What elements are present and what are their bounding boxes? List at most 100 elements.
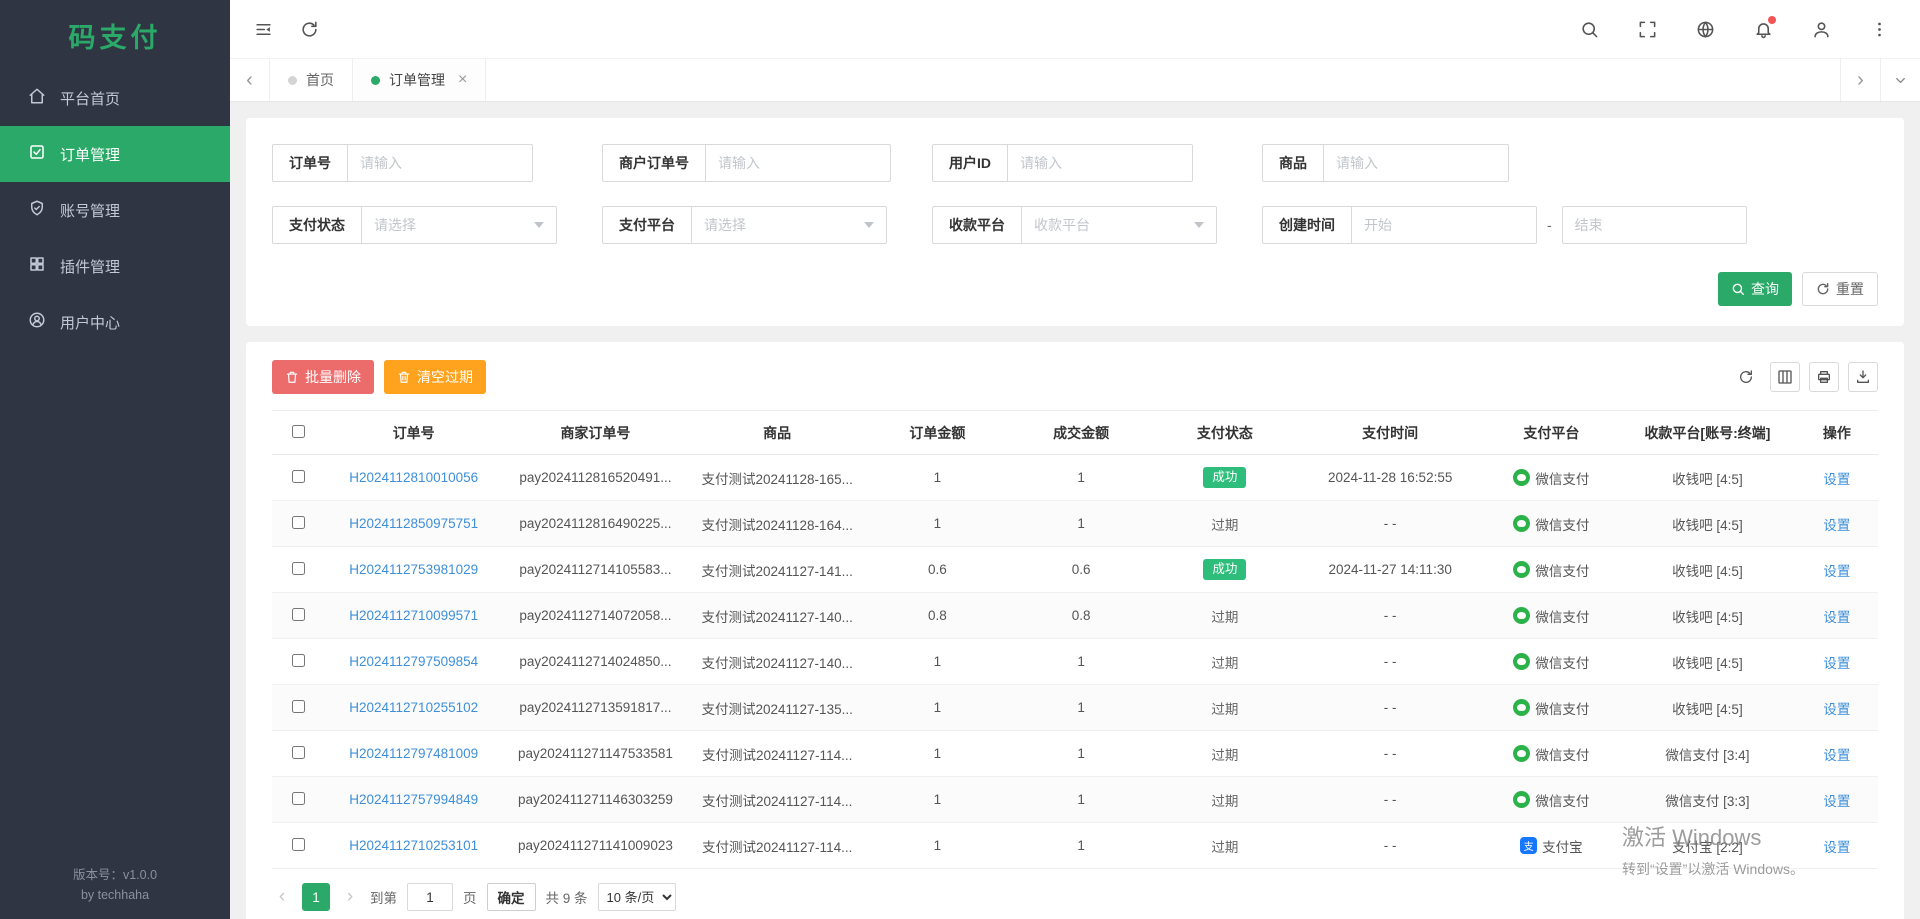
sidebar-item-user-center[interactable]: 用户中心 [0, 294, 230, 350]
cell-order-no[interactable]: H2024112710253101 [349, 838, 478, 853]
search-button[interactable]: 查询 [1718, 272, 1792, 306]
sidebar-item-order-management[interactable]: 订单管理 [0, 126, 230, 182]
cell-pay-time: - - [1297, 639, 1484, 685]
sidebar-item-label: 订单管理 [60, 144, 120, 165]
clear-expired-button[interactable]: 清空过期 [384, 360, 486, 394]
platform-icon [1513, 791, 1530, 808]
select-placeholder: 请选择 [374, 215, 416, 235]
batch-delete-button[interactable]: 批量删除 [272, 360, 374, 394]
refresh-page-icon[interactable] [294, 14, 324, 44]
pay-platform-select[interactable]: 请选择 [692, 206, 887, 244]
filter-label: 订单号 [272, 144, 348, 182]
prev-page-button[interactable]: ‹ [272, 886, 292, 908]
platform-icon [1513, 469, 1530, 486]
header-pay-status: 支付状态 [1153, 411, 1297, 455]
cell-order-amount: 0.6 [865, 547, 1009, 593]
confirm-page-button[interactable]: 确定 [487, 883, 536, 911]
sidebar-item-plugin-management[interactable]: 插件管理 [0, 238, 230, 294]
user-id-input[interactable] [1008, 144, 1193, 182]
start-date-input[interactable] [1352, 206, 1537, 244]
cell-paid-amount: 0.6 [1009, 547, 1153, 593]
notification-bell-icon[interactable] [1748, 14, 1778, 44]
tab-order-management[interactable]: 订单管理 × [353, 59, 486, 101]
reset-button[interactable]: 重置 [1802, 272, 1878, 306]
sidebar-item-platform-home[interactable]: 平台首页 [0, 70, 230, 126]
tabs-scroll-left-button[interactable]: ‹ [230, 59, 270, 101]
row-checkbox[interactable] [292, 562, 305, 575]
jump-page-input[interactable] [407, 883, 453, 911]
cell-platform-name: 微信支付 [1535, 652, 1589, 672]
product-input[interactable] [1324, 144, 1509, 182]
row-checkbox[interactable] [292, 516, 305, 529]
next-page-button[interactable]: › [340, 886, 360, 908]
cell-order-no[interactable]: H2024112757994849 [349, 792, 478, 807]
row-checkbox[interactable] [292, 470, 305, 483]
cell-receiver: 收钱吧 [4:5] [1619, 455, 1796, 501]
cell-action[interactable]: 设置 [1823, 840, 1850, 855]
cell-checkbox [272, 593, 325, 639]
search-icon[interactable] [1574, 14, 1604, 44]
tab-home[interactable]: 首页 [270, 59, 353, 101]
fullscreen-icon[interactable] [1632, 14, 1662, 44]
table-export-icon[interactable] [1848, 362, 1878, 392]
cell-action[interactable]: 设置 [1823, 748, 1850, 763]
pay-status-select[interactable]: 请选择 [362, 206, 557, 244]
app-root: 码支付 平台首页 订单管理 账号管理 插件管理 用户中心 [0, 0, 1920, 919]
cell-order-no[interactable]: H2024112797509854 [349, 654, 478, 669]
cell-platform-name: 微信支付 [1535, 514, 1589, 534]
cell-paid-amount: 1 [1009, 731, 1153, 777]
platform-icon [1513, 607, 1530, 624]
order-no-input[interactable] [348, 144, 533, 182]
table-refresh-icon[interactable] [1731, 362, 1761, 392]
row-checkbox[interactable] [292, 746, 305, 759]
end-date-input[interactable] [1562, 206, 1747, 244]
row-checkbox[interactable] [292, 654, 305, 667]
cell-order-no[interactable]: H2024112797481009 [349, 746, 478, 761]
cell-checkbox [272, 501, 325, 547]
tabs-menu-button[interactable] [1880, 59, 1920, 101]
cell-status: 成功 [1203, 559, 1246, 580]
cell-action[interactable]: 设置 [1823, 518, 1850, 533]
current-page-button[interactable]: 1 [302, 883, 330, 911]
receive-platform-select[interactable]: 收款平台 [1022, 206, 1217, 244]
header-merchant-no: 商家订单号 [502, 411, 689, 455]
cell-order-no[interactable]: H2024112753981029 [349, 562, 478, 577]
row-checkbox[interactable] [292, 700, 305, 713]
merchant-order-no-input[interactable] [706, 144, 891, 182]
cell-order-no[interactable]: H2024112710255102 [349, 700, 478, 715]
cell-order-amount: 1 [865, 685, 1009, 731]
cell-action[interactable]: 设置 [1823, 564, 1850, 579]
cell-order-no[interactable]: H2024112850975751 [349, 516, 478, 531]
cell-action[interactable]: 设置 [1823, 610, 1850, 625]
tab-close-icon[interactable]: × [458, 72, 467, 88]
table-row: H2024112850975751 pay2024112816490225...… [272, 501, 1878, 547]
select-all-checkbox[interactable] [292, 425, 305, 438]
row-checkbox[interactable] [292, 792, 305, 805]
cell-order-no[interactable]: H2024112710099571 [349, 608, 478, 623]
cell-action[interactable]: 设置 [1823, 794, 1850, 809]
table-columns-icon[interactable] [1770, 362, 1800, 392]
table-print-icon[interactable] [1809, 362, 1839, 392]
select-arrow-icon [864, 222, 874, 228]
select-placeholder: 收款平台 [1034, 215, 1090, 235]
header-order-no: 订单号 [325, 411, 502, 455]
cell-merchant-no: pay2024112713591817... [502, 685, 689, 731]
tabs-scroll-right-button[interactable]: › [1840, 59, 1880, 101]
row-checkbox[interactable] [292, 838, 305, 851]
cell-action[interactable]: 设置 [1823, 702, 1850, 717]
date-separator: - [1547, 217, 1552, 233]
cell-action[interactable]: 设置 [1823, 656, 1850, 671]
more-menu-icon[interactable] [1864, 14, 1894, 44]
per-page-select[interactable]: 10 条/页 [598, 883, 676, 911]
cell-status: 过期 [1211, 610, 1238, 625]
row-checkbox[interactable] [292, 608, 305, 621]
cell-action[interactable]: 设置 [1823, 472, 1850, 487]
user-avatar-icon[interactable] [1806, 14, 1836, 44]
header-product: 商品 [689, 411, 866, 455]
collapse-sidebar-icon[interactable] [248, 14, 278, 44]
cell-receiver: 微信支付 [3:4] [1619, 731, 1796, 777]
filter-label: 收款平台 [932, 206, 1022, 244]
language-globe-icon[interactable] [1690, 14, 1720, 44]
sidebar-item-account-management[interactable]: 账号管理 [0, 182, 230, 238]
cell-order-no[interactable]: H2024112810010056 [349, 470, 478, 485]
